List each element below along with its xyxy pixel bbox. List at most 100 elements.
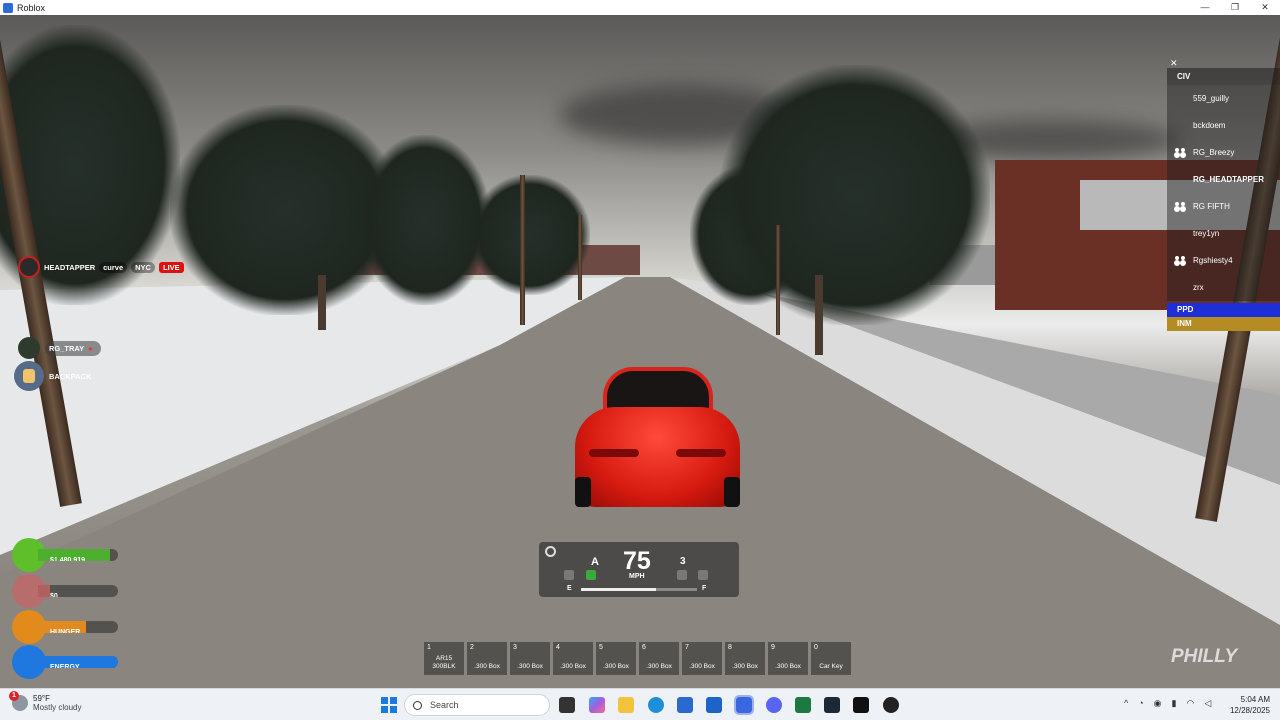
hotbar-slot-number: 4 xyxy=(556,644,560,651)
player-name: HEADTAPPER xyxy=(44,262,96,272)
clock-time: 5:04 AM xyxy=(1240,695,1270,704)
companion-nametag: RG_TRAY ● xyxy=(18,337,101,359)
group-icon xyxy=(1175,202,1185,211)
close-icon[interactable]: ✕ xyxy=(1170,58,1178,69)
store-icon[interactable] xyxy=(677,697,693,713)
team-player-name: bckdoem xyxy=(1193,121,1226,130)
street-light-pole xyxy=(578,215,582,300)
hotbar-slot-8[interactable]: 8 .300 Box xyxy=(725,642,765,675)
team-header-civ[interactable]: CIV xyxy=(1167,68,1280,85)
tiktok-icon[interactable] xyxy=(853,697,869,713)
team-player-name: 559_guilly xyxy=(1193,94,1230,103)
task-view-icon[interactable] xyxy=(559,697,575,713)
team-header-inm[interactable]: INM xyxy=(1167,317,1280,331)
hotbar-slot-5[interactable]: 5 .300 Box xyxy=(596,642,636,675)
close-button[interactable]: ✕ xyxy=(1250,0,1280,15)
speed-value: 75 xyxy=(623,547,651,575)
fuel-level xyxy=(581,588,657,591)
team-player-entry[interactable]: RG_HEADTAPPER xyxy=(1167,166,1280,193)
hotbar-slot-1[interactable]: 1 AR15 300BLK xyxy=(424,642,464,675)
team-player-entry[interactable]: bckdoem xyxy=(1167,112,1280,139)
edge-browser-icon[interactable] xyxy=(648,697,664,713)
hotbar-slot-number: 8 xyxy=(728,644,732,651)
bluetooth-icon[interactable]: ◉ xyxy=(1154,698,1162,709)
companion-status-icon: ● xyxy=(88,343,93,353)
cloudy-weather-icon: 1 xyxy=(9,691,28,711)
xbox-icon[interactable] xyxy=(795,697,811,713)
engine-icon xyxy=(586,570,596,580)
search-placeholder: Search xyxy=(430,700,459,710)
mic-icon[interactable]: ▮ xyxy=(1172,698,1177,709)
hotbar-slot-label: .300 Box xyxy=(775,663,801,670)
outlook-icon[interactable] xyxy=(706,697,722,713)
current-gear: 3 xyxy=(680,556,686,567)
settings-gear-icon[interactable] xyxy=(545,546,556,557)
hotbar-slot-9[interactable]: 9 .300 Box xyxy=(768,642,808,675)
player-tag-nyc: NYC xyxy=(131,261,155,273)
media-player-icon[interactable] xyxy=(883,697,899,713)
hotbar-slot-6[interactable]: 6 .300 Box xyxy=(639,642,679,675)
backpack-label: BACKPACK xyxy=(49,371,92,381)
team-player-entry[interactable]: RG_Breezy xyxy=(1167,139,1280,166)
minimize-button[interactable]: — xyxy=(1190,0,1220,15)
team-player-name: RG_HEADTAPPER xyxy=(1193,175,1264,184)
show-hidden-icons-chevron[interactable]: ^ xyxy=(1124,698,1128,709)
hotbar-slot-3[interactable]: 3 .300 Box xyxy=(510,642,550,675)
street-light-pole xyxy=(520,175,525,325)
restore-button[interactable]: ❐ xyxy=(1220,0,1250,15)
discord-icon[interactable] xyxy=(766,697,782,713)
team-header-ppd[interactable]: PPD xyxy=(1167,303,1280,317)
hotbar-slot-label: .300 Box xyxy=(646,663,672,670)
team-player-name: RG FIFTH xyxy=(1193,202,1230,211)
wifi-icon[interactable]: ◠ xyxy=(1186,698,1194,709)
hotbar-slot-label: .300 Box xyxy=(517,663,543,670)
volume-icon[interactable]: ◁ xyxy=(1204,698,1211,709)
hotbar-slot-number: 0 xyxy=(814,644,818,651)
headlight-icon xyxy=(698,570,708,580)
roblox-taskbar-icon[interactable] xyxy=(734,695,754,715)
clock-date: 12/28/2025 xyxy=(1229,706,1270,715)
team-player-name: RG_Breezy xyxy=(1193,148,1235,157)
hotbar-slot-2[interactable]: 2 .300 Box xyxy=(467,642,507,675)
hotbar-slot-4[interactable]: 4 .300 Box xyxy=(553,642,593,675)
stat-money: $1,480,919 xyxy=(12,538,118,572)
backpack-button[interactable]: BACKPACK xyxy=(14,361,91,391)
stat-dirty: $0 xyxy=(12,574,118,608)
team-player-entry[interactable]: zrx xyxy=(1167,274,1280,301)
taskbar-clock[interactable]: 5:04 AM 12/28/2025 xyxy=(1222,694,1270,716)
copilot-icon[interactable] xyxy=(589,697,605,713)
companion-name: RG_TRAY xyxy=(49,343,85,353)
speedometer: A 75 MPH 3 E F xyxy=(539,542,739,597)
weather-desc: Mostly cloudy xyxy=(33,703,82,712)
windows-start-icon[interactable] xyxy=(381,697,397,713)
fuel-empty-label: E xyxy=(567,585,572,592)
player-avatar[interactable] xyxy=(18,256,40,278)
hotbar-slot-0[interactable]: 0 Car Key xyxy=(811,642,851,675)
weather-widget[interactable]: 1 59°F Mostly cloudy xyxy=(9,691,82,712)
team-player-entry[interactable]: 559_guilly xyxy=(1167,85,1280,112)
file-explorer-icon[interactable] xyxy=(618,697,634,713)
hotbar-slot-number: 3 xyxy=(513,644,517,651)
hunger-label: HUNGER xyxy=(50,629,81,633)
team-player-name: Rgshiesty4 xyxy=(1193,256,1233,265)
fuel-gauge xyxy=(581,588,697,591)
hotbar-slot-number: 5 xyxy=(599,644,603,651)
hotbar-slot-number: 1 xyxy=(427,644,431,651)
speed-unit: MPH xyxy=(629,573,645,580)
group-icon xyxy=(1175,256,1185,265)
tree-trunk xyxy=(318,275,326,330)
network-icon[interactable]: ◔ xyxy=(1138,698,1143,709)
fuel-full-label: F xyxy=(702,585,707,592)
hotbar-slot-label: .300 Box xyxy=(689,663,715,670)
steam-icon[interactable] xyxy=(824,697,840,713)
notification-badge: 1 xyxy=(9,691,19,701)
taskbar-search[interactable]: Search xyxy=(404,694,550,716)
team-player-entry[interactable]: RG FIFTH xyxy=(1167,193,1280,220)
hotbar-slot-label: AR15 300BLK xyxy=(432,655,456,670)
team-player-name: trey1yn xyxy=(1193,229,1220,238)
hotbar-slot-7[interactable]: 7 .300 Box xyxy=(682,642,722,675)
team-player-entry[interactable]: trey1yn xyxy=(1167,220,1280,247)
tree-trunk xyxy=(815,275,823,355)
team-player-entry[interactable]: Rgshiesty4 xyxy=(1167,247,1280,274)
companion-avatar[interactable] xyxy=(18,337,40,359)
